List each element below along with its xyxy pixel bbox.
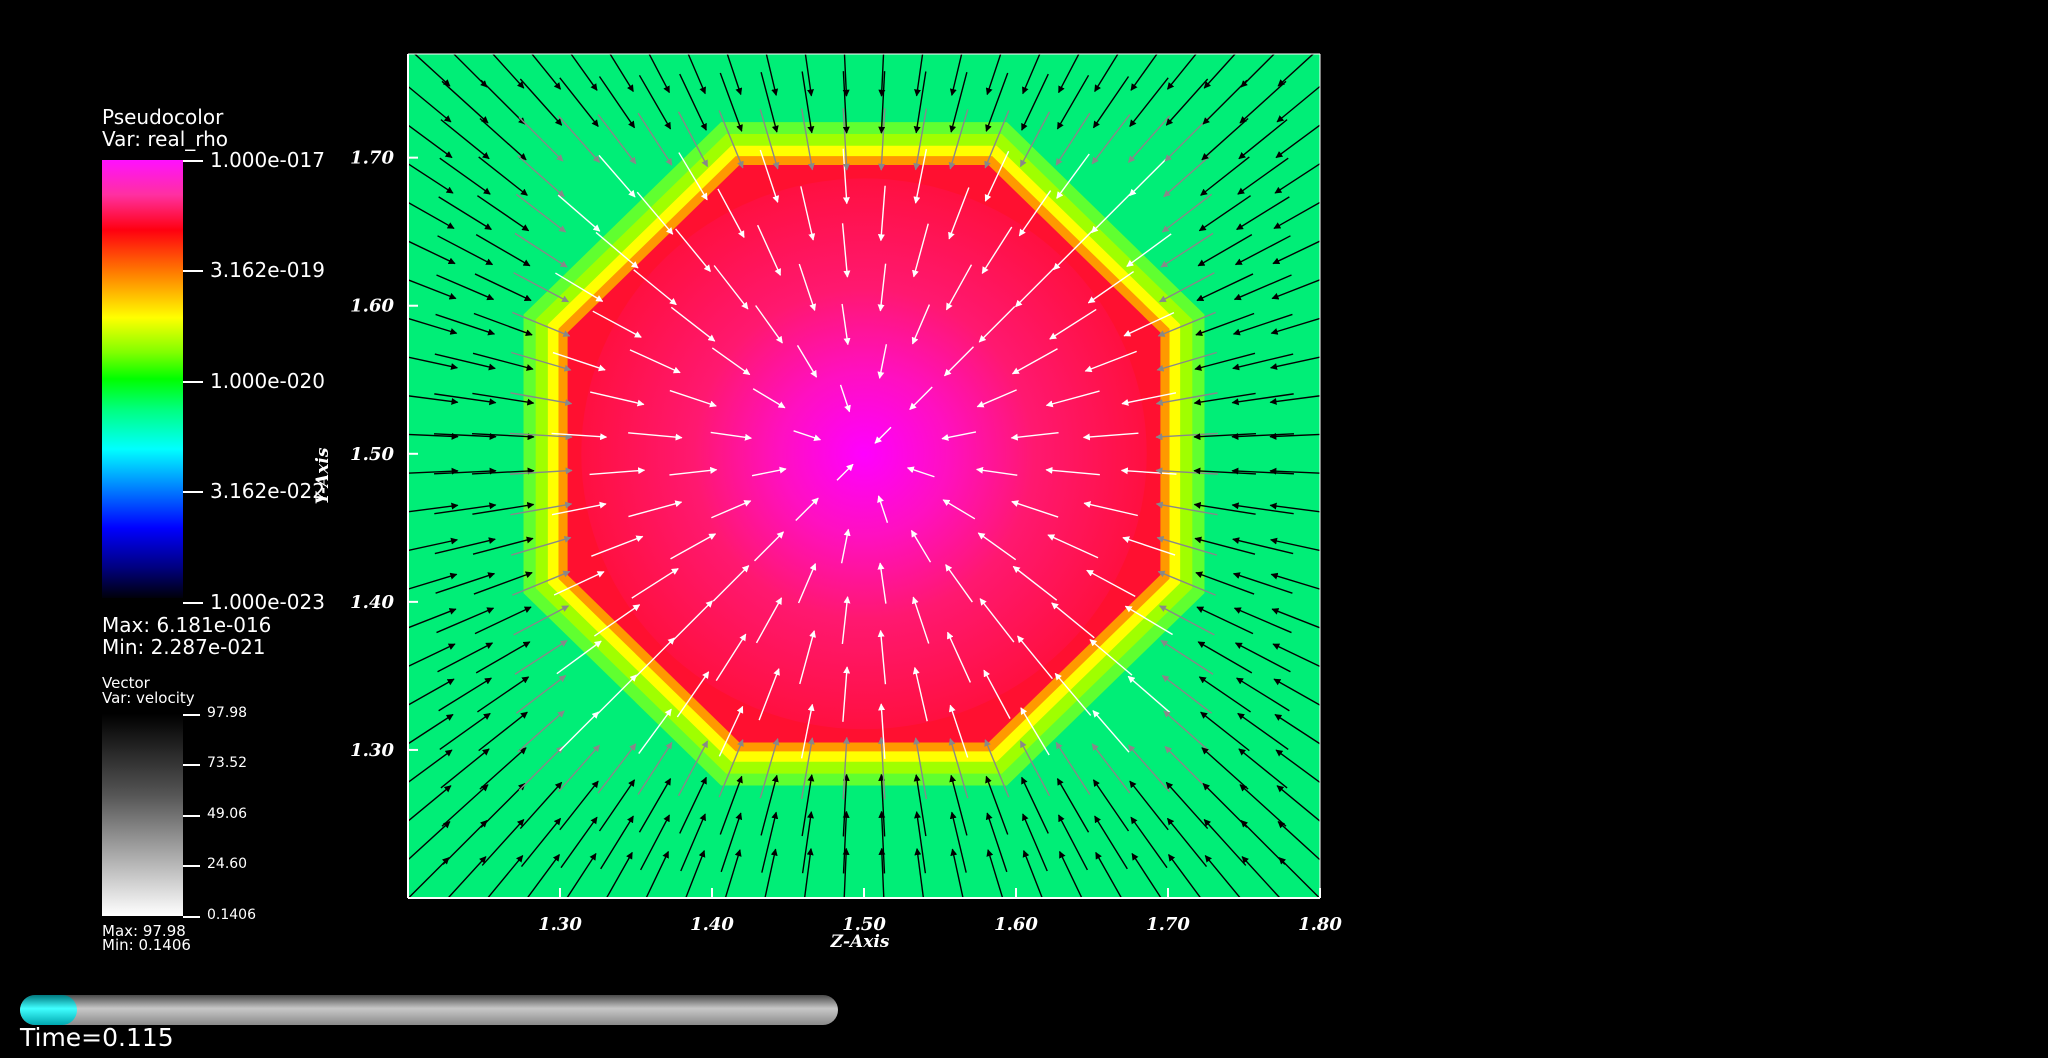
x-axis-label: Z-Axis <box>830 932 890 952</box>
time-label: Time=0.115 <box>20 1023 174 1052</box>
y-tick-label: 1.30 <box>350 740 394 761</box>
y-tick-label: 1.60 <box>350 296 394 317</box>
time-progress-bar[interactable] <box>20 995 838 1025</box>
time-progress-fill <box>20 995 78 1025</box>
x-tick-label: 1.60 <box>994 914 1038 935</box>
x-tick-label: 1.70 <box>1146 914 1190 935</box>
y-tick-label: 1.40 <box>350 592 394 613</box>
y-tick-label: 1.50 <box>350 444 394 465</box>
x-tick-label: 1.30 <box>538 914 582 935</box>
x-tick-label: 1.80 <box>1298 914 1342 935</box>
y-tick-label: 1.70 <box>350 148 394 169</box>
density-plot: 1.30 1.40 1.50 1.60 1.70 1.801.301.401.501.60… <box>313 34 1342 952</box>
y-axis-label: Y-Axis <box>313 447 333 504</box>
x-tick-label: 1.40 <box>690 914 734 935</box>
